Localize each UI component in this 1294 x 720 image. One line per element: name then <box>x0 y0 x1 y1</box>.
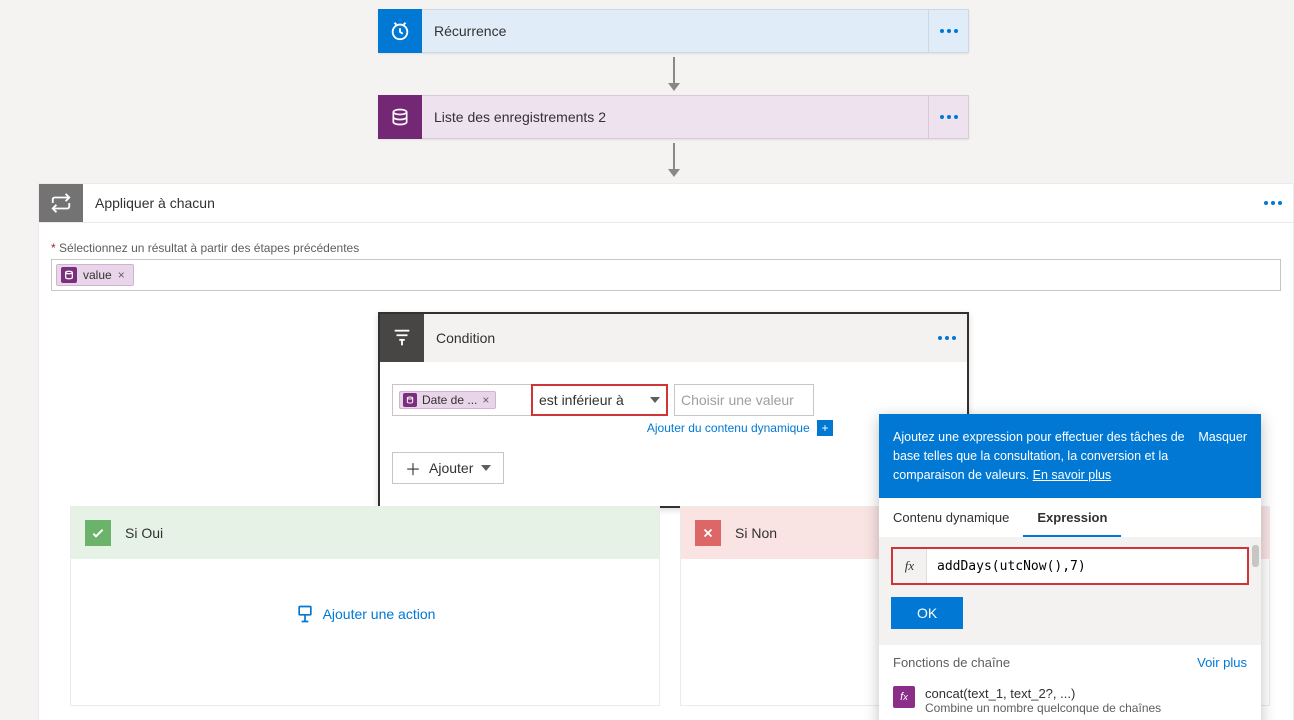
token-remove[interactable]: × <box>118 268 125 282</box>
database-icon <box>61 267 77 283</box>
tab-expression[interactable]: Expression <box>1023 498 1121 537</box>
expression-popup: Ajoutez une expression pour effectuer de… <box>879 414 1261 720</box>
date-token[interactable]: Date de ... × <box>399 391 496 409</box>
condition-operator-select[interactable]: est inférieur à <box>531 384 668 416</box>
function-item-concat[interactable]: fx concat(text_1, text_2?, ...) Combine … <box>879 680 1261 720</box>
more-icon <box>938 336 956 340</box>
functions-section-header: Fonctions de chaîne Voir plus <box>879 645 1261 680</box>
more-icon <box>940 29 958 33</box>
add-condition-button[interactable]: ＋ Ajouter <box>392 452 504 484</box>
add-action-icon <box>295 604 315 624</box>
add-dynamic-link[interactable]: Ajouter du contenu dynamique <box>647 421 810 435</box>
condition-menu[interactable] <box>927 314 967 362</box>
list-records-menu[interactable] <box>929 95 969 139</box>
condition-icon <box>380 314 424 362</box>
condition-title: Condition <box>436 330 495 346</box>
connector-arrow <box>673 57 675 85</box>
expression-input-wrap: fx <box>891 547 1249 585</box>
condition-left-field[interactable]: Date de ... × <box>392 384 532 416</box>
fx-icon: fx <box>893 686 915 708</box>
cross-icon <box>695 520 721 546</box>
function-description: Combine un nombre quelconque de chaînes <box>925 701 1161 715</box>
recurrence-menu[interactable] <box>929 9 969 53</box>
add-action-button[interactable]: Ajouter une action <box>295 604 436 624</box>
apply-each-title: Appliquer à chacun <box>95 195 215 211</box>
clock-icon <box>378 9 422 53</box>
more-icon <box>1264 201 1282 205</box>
value-token[interactable]: value × <box>56 264 134 286</box>
select-output-label: * Sélectionnez un résultat à partir des … <box>51 241 1281 255</box>
database-icon <box>378 95 422 139</box>
required-star: * <box>51 241 56 255</box>
see-more-link[interactable]: Voir plus <box>1197 655 1247 670</box>
recurrence-label: Récurrence <box>434 23 506 39</box>
if-yes-branch: Si Oui Ajouter une action <box>70 506 660 706</box>
chevron-down-icon <box>650 397 660 403</box>
token-remove[interactable]: × <box>482 393 489 407</box>
function-signature: concat(text_1, text_2?, ...) <box>925 686 1161 701</box>
list-records-card[interactable]: Liste des enregistrements 2 <box>378 95 969 139</box>
apply-each-menu[interactable] <box>1253 184 1293 222</box>
token-label: Date de ... <box>422 393 477 407</box>
right-placeholder: Choisir une valeur <box>681 392 794 408</box>
scrollbar-thumb[interactable] <box>1252 545 1259 567</box>
list-records-label: Liste des enregistrements 2 <box>434 109 606 125</box>
if-no-title: Si Non <box>735 525 777 541</box>
popup-header: Ajoutez une expression pour effectuer de… <box>879 414 1261 498</box>
add-dynamic-row: Ajouter du contenu dynamique + <box>392 420 955 436</box>
token-label: value <box>83 268 112 282</box>
connector-arrow <box>673 143 675 171</box>
if-yes-header[interactable]: Si Oui <box>71 507 659 559</box>
add-button-label: Ajouter <box>429 460 473 476</box>
loop-icon <box>39 184 83 222</box>
fx-icon: fx <box>893 549 927 583</box>
database-icon <box>403 393 417 407</box>
recurrence-card[interactable]: Récurrence <box>378 9 969 53</box>
condition-right-field[interactable]: Choisir une valeur <box>674 384 814 416</box>
tab-dynamic-content[interactable]: Contenu dynamique <box>879 498 1023 537</box>
more-icon <box>940 115 958 119</box>
if-yes-title: Si Oui <box>125 525 163 541</box>
apply-each-card[interactable]: Appliquer à chacun <box>38 183 1294 223</box>
operator-label: est inférieur à <box>539 392 624 408</box>
mask-button[interactable]: Masquer <box>1198 428 1247 484</box>
functions-section-title: Fonctions de chaîne <box>893 655 1010 670</box>
check-icon <box>85 520 111 546</box>
plus-badge-icon[interactable]: + <box>817 420 833 436</box>
ok-button[interactable]: OK <box>891 597 963 629</box>
learn-more-link[interactable]: En savoir plus <box>1033 468 1112 482</box>
plus-icon: ＋ <box>405 456 421 480</box>
select-output-field[interactable]: value × <box>51 259 1281 291</box>
add-action-label: Ajouter une action <box>323 606 436 622</box>
popup-tabs: Contenu dynamique Expression <box>879 498 1261 537</box>
chevron-down-icon <box>481 465 491 471</box>
expression-input[interactable] <box>927 559 1247 574</box>
